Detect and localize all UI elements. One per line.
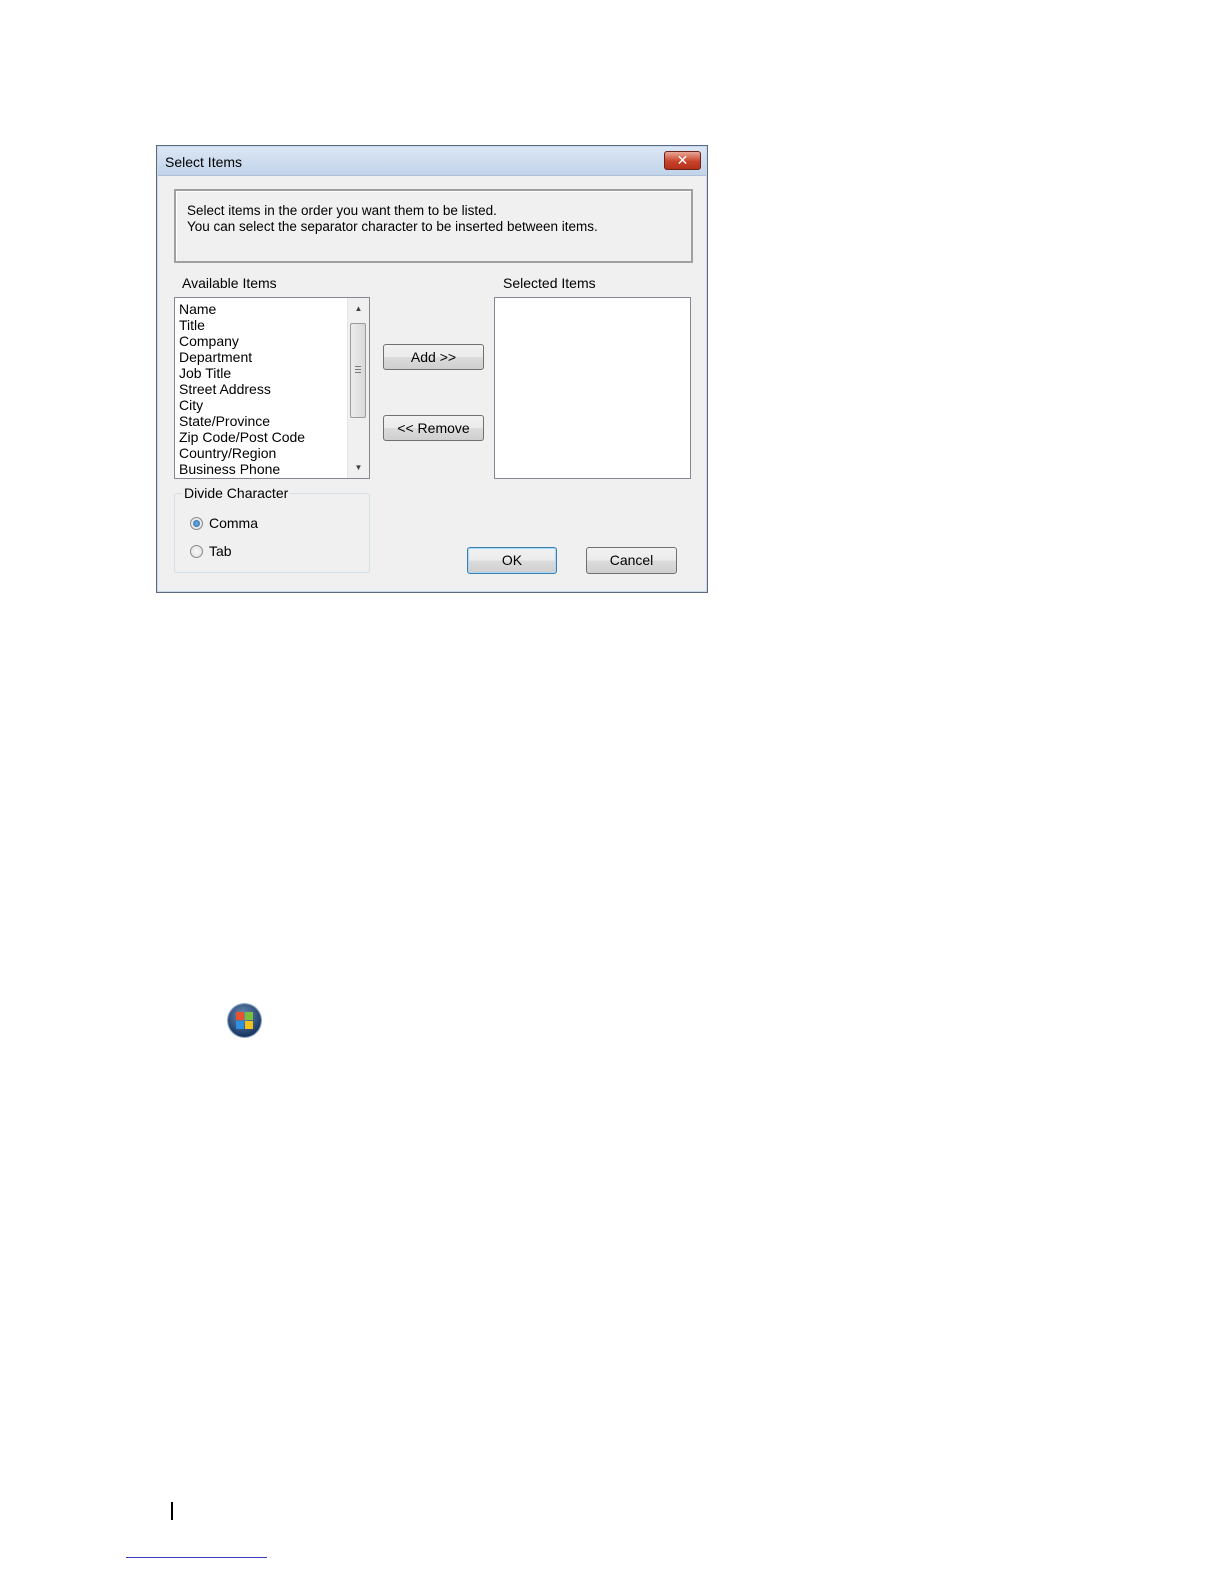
- instructions-box: Select items in the order you want them …: [174, 189, 693, 263]
- close-icon: ✕: [676, 152, 689, 168]
- select-items-dialog: Select Items ✕ Select items in the order…: [156, 145, 708, 593]
- add-button[interactable]: Add >>: [383, 344, 484, 370]
- ok-button[interactable]: OK: [467, 547, 557, 574]
- grip-line: [355, 366, 361, 367]
- list-item[interactable]: Company: [179, 333, 239, 349]
- list-item[interactable]: Business Phone: [179, 461, 280, 477]
- grip-line: [355, 369, 361, 370]
- scroll-down-arrow-icon[interactable]: ▼: [348, 459, 369, 476]
- windows-start-orb-icon: [228, 1004, 261, 1037]
- page-number-bar: [171, 1502, 173, 1520]
- instruction-line-1: Select items in the order you want them …: [187, 203, 497, 218]
- grip-line: [355, 372, 361, 373]
- scroll-thumb[interactable]: [350, 323, 366, 418]
- tab-radio[interactable]: [190, 545, 203, 558]
- list-item[interactable]: Job Title: [179, 365, 231, 381]
- flag-red: [236, 1012, 244, 1020]
- available-items-label: Available Items: [182, 275, 277, 291]
- footer-link-underline[interactable]: [126, 1557, 267, 1558]
- flag-blue: [236, 1021, 244, 1029]
- dialog-title: Select Items: [165, 154, 243, 170]
- comma-radio-label[interactable]: Comma: [209, 515, 258, 531]
- list-item[interactable]: Title: [179, 317, 205, 333]
- cancel-button[interactable]: Cancel: [586, 547, 677, 574]
- list-item[interactable]: Zip Code/Post Code: [179, 429, 305, 445]
- list-item[interactable]: Name: [179, 301, 216, 317]
- list-item[interactable]: Department: [179, 349, 252, 365]
- flag-green: [245, 1012, 253, 1020]
- comma-radio[interactable]: [190, 517, 203, 530]
- close-button[interactable]: ✕: [664, 151, 701, 170]
- radio-selected-dot: [193, 520, 200, 527]
- selected-items-label: Selected Items: [503, 275, 596, 291]
- title-bar[interactable]: Select Items ✕: [158, 147, 706, 176]
- list-item[interactable]: Street Address: [179, 381, 271, 397]
- instruction-line-2: You can select the separator character t…: [187, 219, 598, 234]
- flag-yellow: [245, 1021, 253, 1029]
- list-scrollbar[interactable]: ▲ ▼: [347, 298, 369, 478]
- tab-radio-label[interactable]: Tab: [209, 543, 232, 559]
- divide-character-label: Divide Character: [182, 485, 291, 501]
- selected-items-list[interactable]: [494, 297, 691, 479]
- list-item[interactable]: Country/Region: [179, 445, 276, 461]
- available-items-list[interactable]: Name Title Company Department Job Title …: [174, 297, 370, 479]
- list-item[interactable]: City: [179, 397, 203, 413]
- divide-character-group: Divide Character Comma Tab: [174, 485, 370, 573]
- scroll-up-arrow-icon[interactable]: ▲: [348, 300, 369, 317]
- list-item[interactable]: State/Province: [179, 413, 270, 429]
- remove-button[interactable]: << Remove: [383, 415, 484, 441]
